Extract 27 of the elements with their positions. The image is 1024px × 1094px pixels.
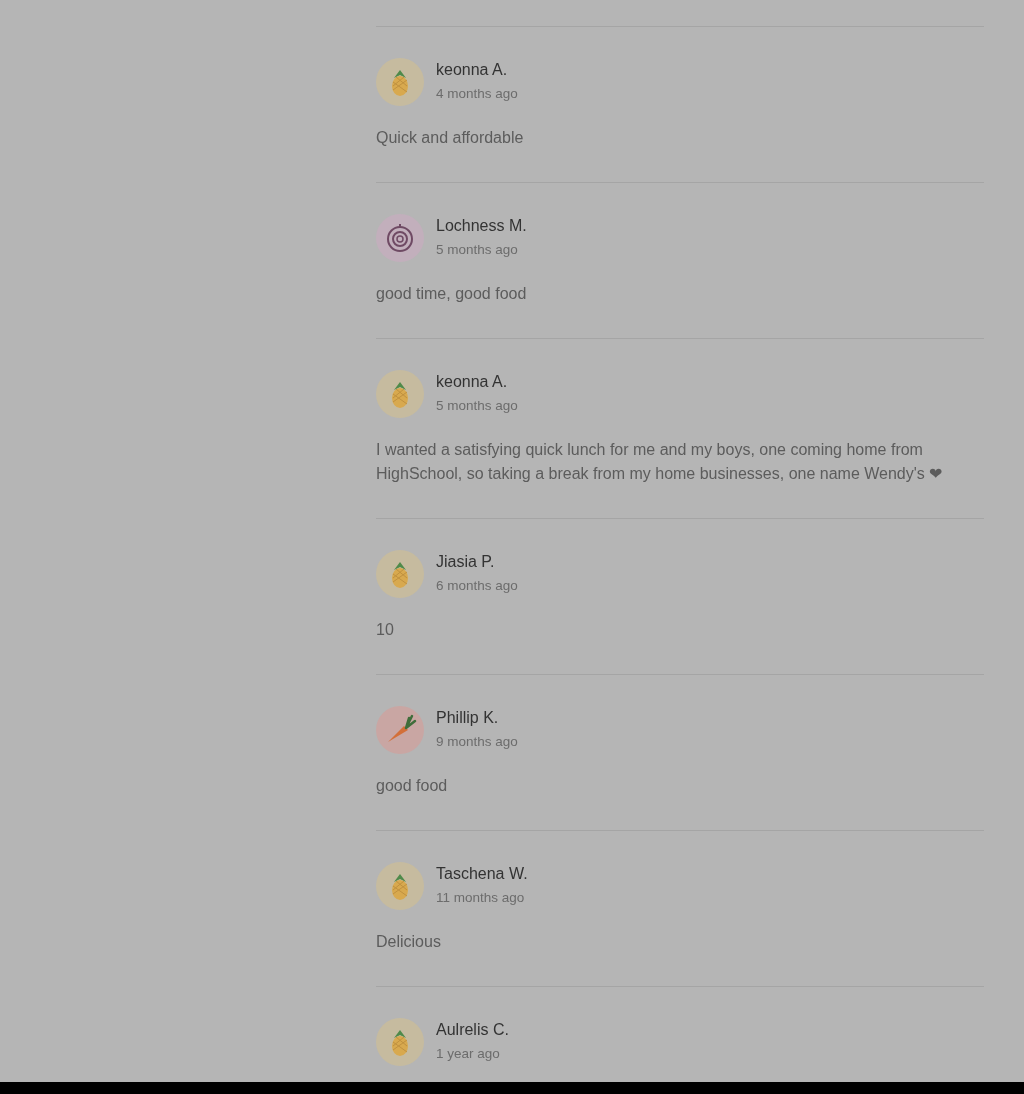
pineapple-icon bbox=[376, 58, 424, 106]
review-text: 10 bbox=[376, 620, 395, 640]
reviewer-name: Taschena W. bbox=[436, 864, 528, 884]
reviewer-name: Jiasia P. bbox=[436, 552, 496, 572]
review-time: 4 months ago bbox=[436, 85, 518, 103]
reviewer-name: keonna A. bbox=[436, 60, 509, 80]
review-text: I wanted a satisfying quick lunch for me and my boys, one coming home from HighSchool, so taking a break from my home businesses, one name Wendy's ❤ bbox=[376, 440, 944, 484]
review-text: good time, good food bbox=[376, 284, 528, 304]
reviewer-name: Aulrelis C. bbox=[436, 1020, 509, 1040]
review-time: 5 months ago bbox=[436, 241, 519, 259]
review-time: 5 months ago bbox=[436, 397, 518, 415]
reviewer-name: keonna A. bbox=[436, 372, 509, 392]
review-text: Quick and affordable bbox=[376, 128, 525, 148]
pineapple-icon bbox=[376, 550, 424, 598]
pineapple-icon bbox=[376, 862, 424, 910]
review-text: good food bbox=[376, 776, 449, 796]
review-time: 1 year ago bbox=[436, 1045, 501, 1063]
review-time: 6 months ago bbox=[436, 577, 518, 595]
review-time: 9 months ago bbox=[436, 733, 518, 751]
reviewer-name: Phillip K. bbox=[436, 708, 500, 728]
review-text: Delicious bbox=[376, 932, 442, 952]
onion-icon bbox=[376, 214, 424, 262]
review-time: 11 months ago bbox=[436, 889, 526, 907]
pineapple-icon bbox=[376, 1018, 424, 1066]
pineapple-icon bbox=[376, 370, 424, 418]
carrot-icon bbox=[376, 706, 424, 754]
reviewer-name: Lochness M. bbox=[436, 216, 527, 236]
